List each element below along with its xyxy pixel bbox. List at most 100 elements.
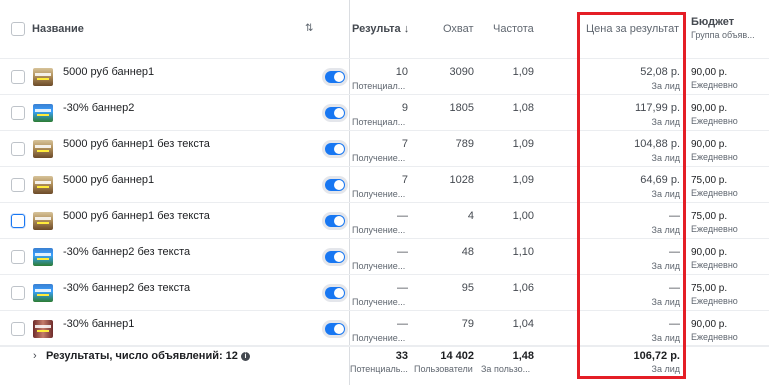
ad-thumbnail xyxy=(33,212,53,230)
ad-status-toggle[interactable] xyxy=(322,320,348,338)
budget-type: Ежедневно xyxy=(691,188,738,198)
ad-name[interactable]: 5000 руб баннер1 без текста xyxy=(63,210,210,222)
frequency-value: 1,09 xyxy=(512,174,534,186)
results-type: Получение... xyxy=(352,333,406,343)
ad-status-toggle[interactable] xyxy=(322,104,348,122)
budget-value: 90,00 р. xyxy=(691,247,728,258)
frequency-value: 1,09 xyxy=(512,138,534,150)
budget-value: 75,00 р. xyxy=(691,283,728,294)
ad-status-toggle[interactable] xyxy=(322,176,348,194)
results-value: — xyxy=(397,282,408,294)
column-header-reach[interactable]: Охват xyxy=(443,23,474,35)
row-checkbox[interactable] xyxy=(11,214,25,228)
budget-type: Ежедневно xyxy=(691,224,738,234)
column-header-frequency[interactable]: Частота xyxy=(493,23,534,35)
results-value: 9 xyxy=(401,102,408,114)
frequency-value: 1,06 xyxy=(512,282,534,294)
results-value: 10 xyxy=(395,66,408,78)
budget-value: 90,00 р. xyxy=(691,67,728,78)
row-checkbox[interactable] xyxy=(11,250,25,264)
ad-status-toggle[interactable] xyxy=(322,68,348,86)
reach-value: 3090 xyxy=(449,66,474,78)
reach-value: 1028 xyxy=(449,174,474,186)
reach-value: 79 xyxy=(461,318,474,330)
cost-column-highlight xyxy=(577,12,686,379)
results-header-label: Результа xyxy=(352,23,401,35)
results-type: Потенциал... xyxy=(352,81,406,91)
results-type: Получение... xyxy=(352,225,406,235)
summary-results: 33 xyxy=(395,350,408,362)
summary-frequency: 1,48 xyxy=(512,350,534,362)
budget-value: 90,00 р. xyxy=(691,319,728,330)
ad-status-toggle[interactable] xyxy=(322,284,348,302)
results-value: 7 xyxy=(401,138,408,150)
ad-status-toggle[interactable] xyxy=(322,140,348,158)
frequency-value: 1,08 xyxy=(512,102,534,114)
ad-thumbnail xyxy=(33,284,53,302)
budget-type: Ежедневно xyxy=(691,116,738,126)
reach-value: 48 xyxy=(461,246,474,258)
frequency-value: 1,09 xyxy=(512,66,534,78)
summary-label-text: Результаты, число объявлений: 12 xyxy=(46,350,238,362)
frequency-value: 1,10 xyxy=(512,246,534,258)
results-value: — xyxy=(397,246,408,258)
row-checkbox[interactable] xyxy=(11,286,25,300)
results-value: — xyxy=(397,318,408,330)
results-type: Получение... xyxy=(352,261,406,271)
results-value: — xyxy=(397,210,408,222)
row-checkbox[interactable] xyxy=(11,322,25,336)
budget-value: 90,00 р. xyxy=(691,139,728,150)
ad-thumbnail xyxy=(33,176,53,194)
ad-name[interactable]: -30% баннер2 xyxy=(63,102,134,114)
reach-value: 4 xyxy=(467,210,474,222)
results-value: 7 xyxy=(401,174,408,186)
ad-thumbnail xyxy=(33,68,53,86)
ad-name[interactable]: -30% баннер1 xyxy=(63,318,134,330)
ad-thumbnail xyxy=(33,248,53,266)
budget-value: 75,00 р. xyxy=(691,211,728,222)
budget-value: 75,00 р. xyxy=(691,175,728,186)
budget-value: 90,00 р. xyxy=(691,103,728,114)
ad-name[interactable]: 5000 руб баннер1 xyxy=(63,174,154,186)
budget-type: Ежедневно xyxy=(691,152,738,162)
ad-thumbnail xyxy=(33,140,53,158)
results-type: Потенциал... xyxy=(352,117,406,127)
budget-type: Ежедневно xyxy=(691,80,738,90)
row-checkbox[interactable] xyxy=(11,142,25,156)
ad-name[interactable]: 5000 руб баннер1 без текста xyxy=(63,138,210,150)
reach-value: 1805 xyxy=(449,102,474,114)
sort-down-icon: ↓ xyxy=(403,23,410,35)
frequency-value: 1,04 xyxy=(512,318,534,330)
row-checkbox[interactable] xyxy=(11,178,25,192)
column-header-results[interactable]: Результа ↓ xyxy=(352,23,409,35)
select-all-checkbox[interactable] xyxy=(11,22,25,36)
ad-thumbnail xyxy=(33,104,53,122)
frequency-value: 1,00 xyxy=(512,210,534,222)
summary-label: Результаты, число объявлений: 12 i xyxy=(46,350,250,362)
ad-name[interactable]: -30% баннер2 без текста xyxy=(63,246,190,258)
ad-thumbnail xyxy=(33,320,53,338)
results-type: Получение... xyxy=(352,153,406,163)
budget-type: Ежедневно xyxy=(691,296,738,306)
info-icon[interactable]: i xyxy=(240,351,250,361)
sort-icon[interactable]: ⇅ xyxy=(305,23,313,34)
summary-frequency-sub: За пользо... xyxy=(481,364,531,374)
ad-name[interactable]: 5000 руб баннер1 xyxy=(63,66,154,78)
budget-type: Ежедневно xyxy=(691,332,738,342)
expand-chevron-icon[interactable]: › xyxy=(33,350,37,362)
reach-value: 789 xyxy=(455,138,474,150)
results-type: Получение... xyxy=(352,297,406,307)
summary-reach: 14 402 xyxy=(440,350,474,362)
summary-reach-sub: Пользователи xyxy=(414,364,473,374)
summary-results-sub: Потенциаль... xyxy=(350,364,408,374)
ad-status-toggle[interactable] xyxy=(322,212,348,230)
reach-value: 95 xyxy=(461,282,474,294)
row-checkbox[interactable] xyxy=(11,70,25,84)
budget-header-sub: Группа объяв... xyxy=(691,30,755,40)
row-checkbox[interactable] xyxy=(11,106,25,120)
column-header-budget[interactable]: Бюджет xyxy=(691,16,734,28)
column-header-name[interactable]: Название xyxy=(32,23,84,35)
budget-type: Ежедневно xyxy=(691,260,738,270)
ad-status-toggle[interactable] xyxy=(322,248,348,266)
ad-name[interactable]: -30% баннер2 без текста xyxy=(63,282,190,294)
